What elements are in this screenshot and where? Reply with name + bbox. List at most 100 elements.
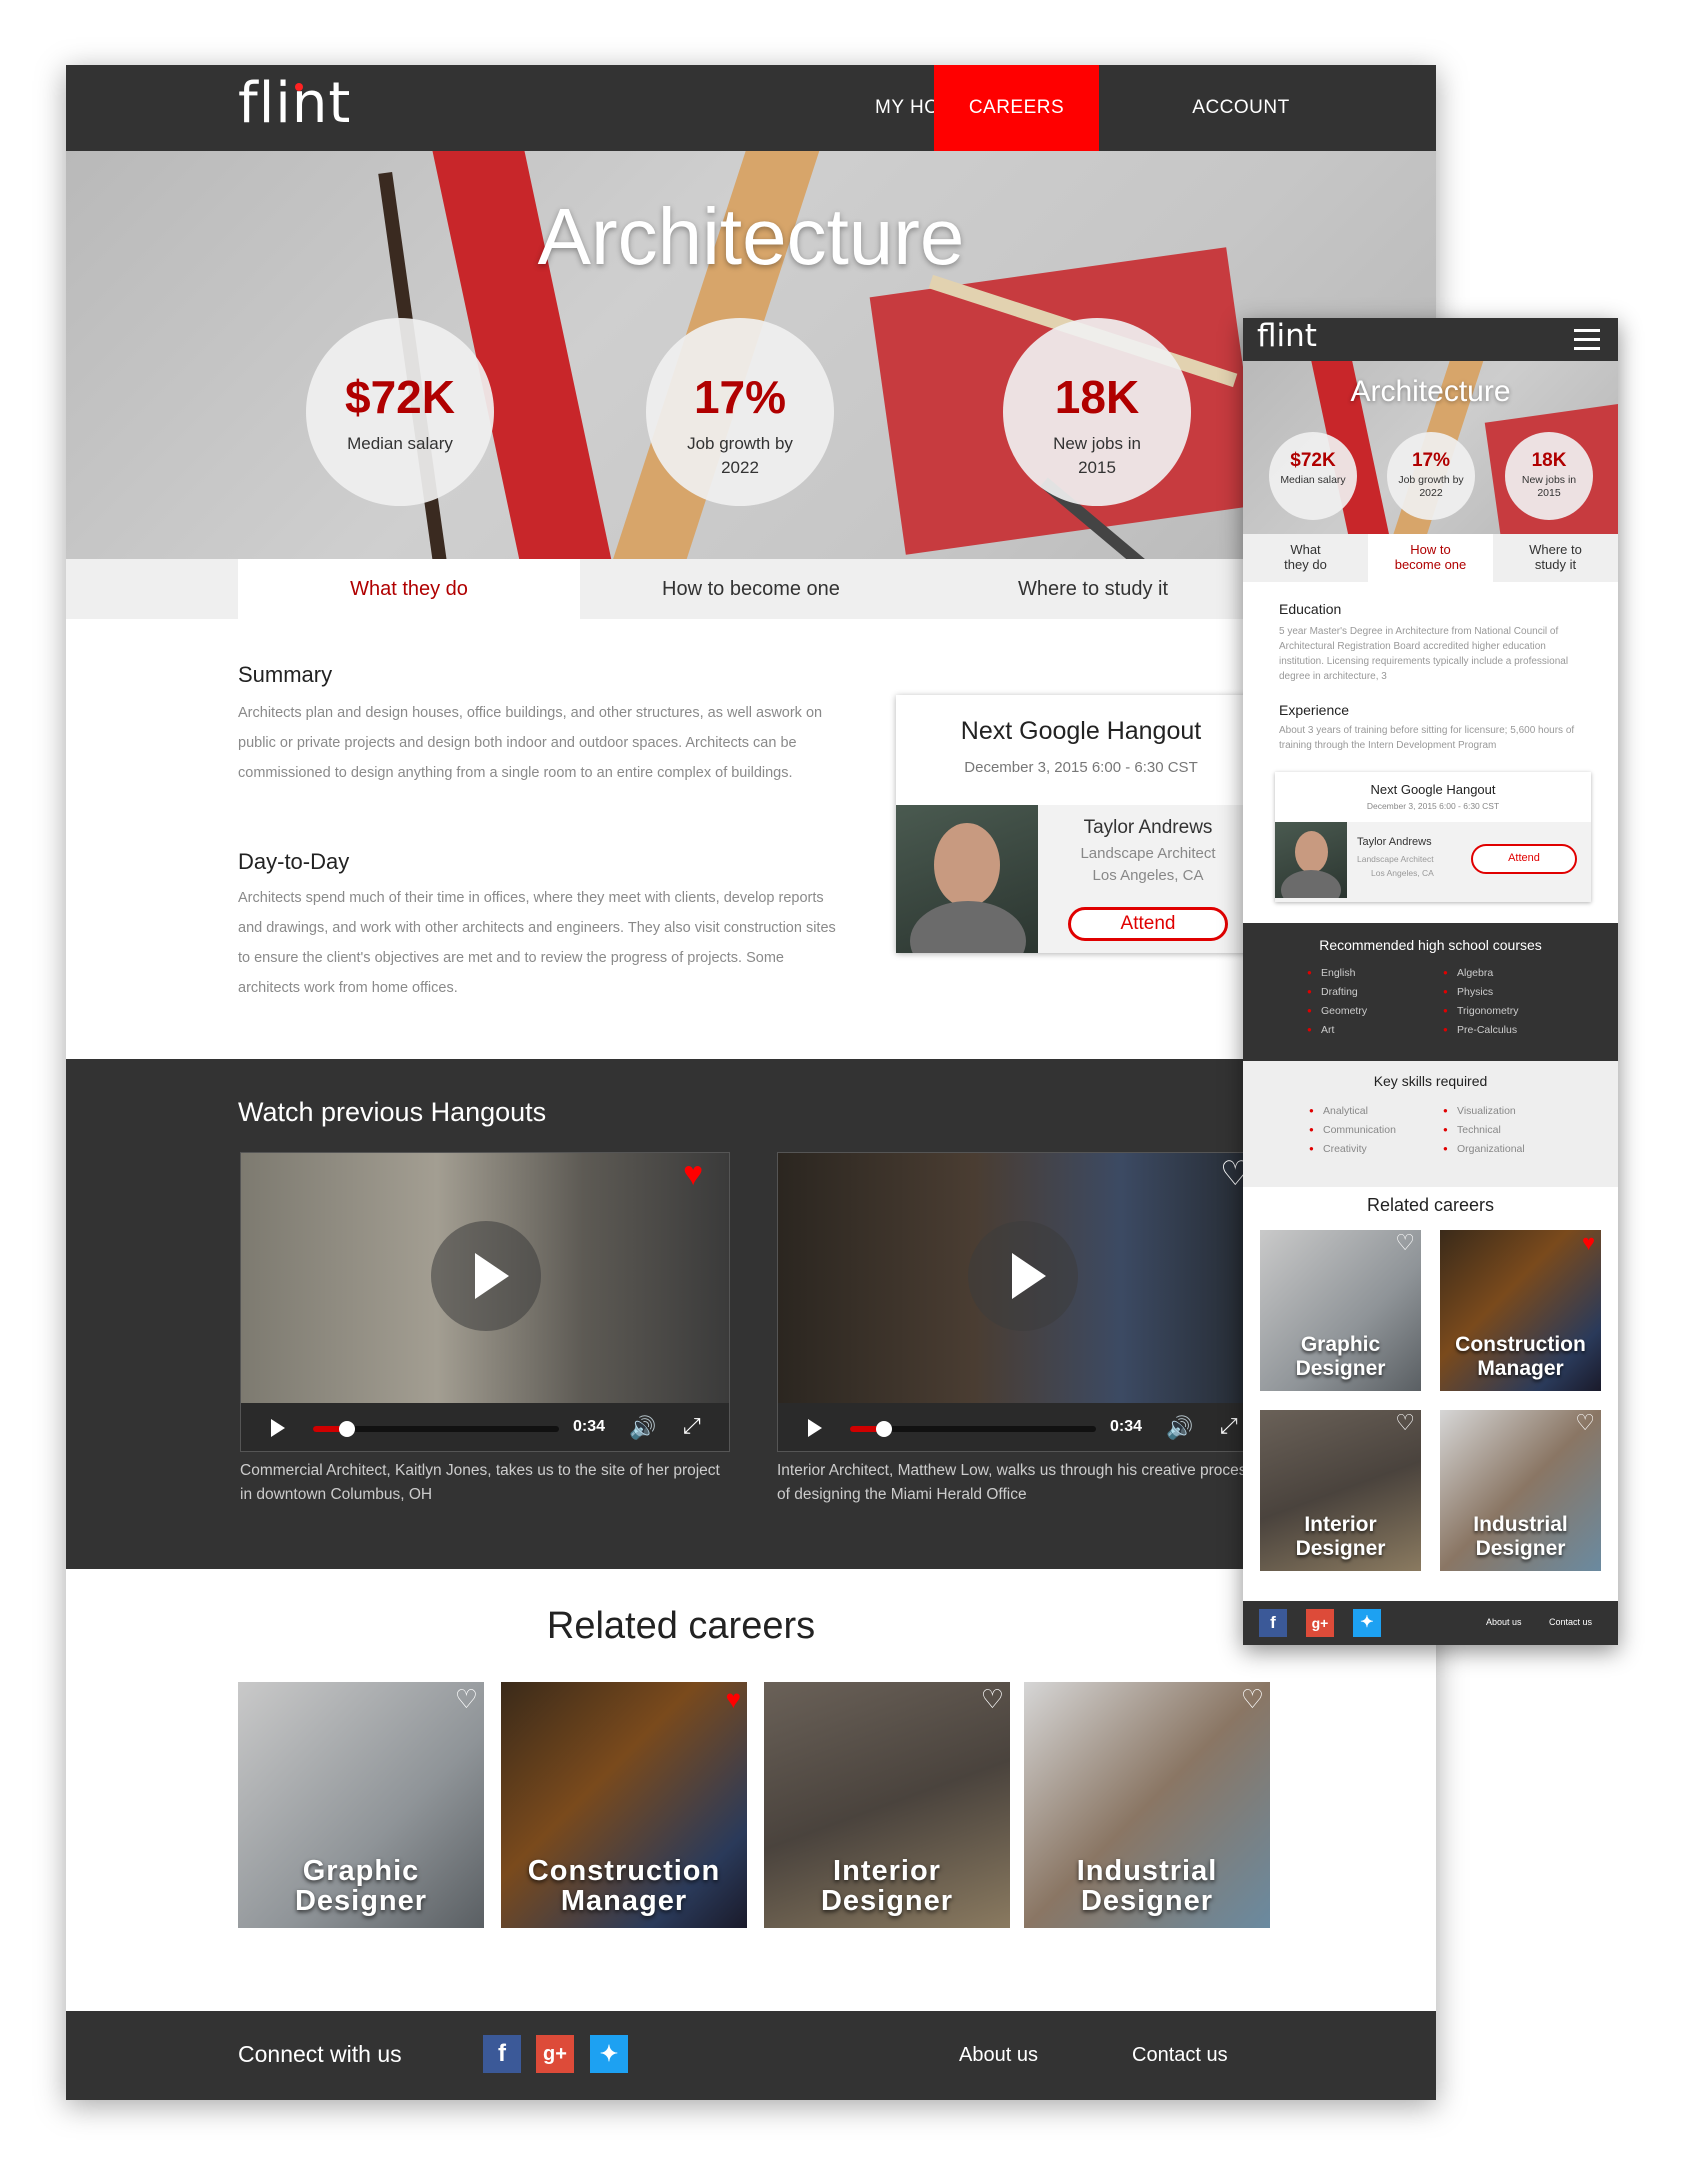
course-item: Pre-Calculus xyxy=(1443,1024,1517,1036)
play-overlay-icon[interactable] xyxy=(431,1221,541,1331)
day-to-day-text: Architects spend much of their time in o… xyxy=(238,890,836,996)
video-controls: 0:34 🔊 ⤢ xyxy=(241,1403,729,1451)
contact-us-link[interactable]: Contact us xyxy=(1132,2044,1228,2067)
mobile-page: flint Architecture $72K Median salary 17%… xyxy=(1243,318,1618,1645)
seek-bar[interactable] xyxy=(313,1421,559,1437)
host-role: Landscape Architect xyxy=(1357,854,1434,864)
nav-account[interactable]: ACCOUNT xyxy=(1166,65,1316,151)
tab-what-they-do[interactable]: What they do xyxy=(1243,534,1368,582)
career-card-interior-designer[interactable]: Interior Designer ♡ xyxy=(764,1682,1010,1928)
card-title: Graphic Designer xyxy=(1295,1333,1386,1380)
video-caption-1: Commercial Architect, Kaitlyn Jones, tak… xyxy=(240,1462,720,1503)
top-nav: flint MY HOME CAREERS ACCOUNT xyxy=(66,65,1436,151)
related-careers-heading: Related careers xyxy=(1366,1195,1495,1215)
card-title: Industrial Designer xyxy=(1076,1855,1218,1917)
host-location: Los Angeles, CA xyxy=(1092,867,1204,884)
card-title: Interior Designer xyxy=(820,1855,954,1917)
about-us-link[interactable]: About us xyxy=(1486,1617,1522,1627)
courses-section: Recommended high school courses English … xyxy=(1243,923,1618,1061)
education-text: 5 year Master's Degree in Architecture f… xyxy=(1279,626,1569,682)
host-role: Landscape Architect xyxy=(1080,845,1216,862)
fullscreen-icon[interactable]: ⤢ xyxy=(1220,1413,1238,1439)
skill-item: Visualization xyxy=(1443,1105,1516,1117)
heart-outline-icon[interactable]: ♡ xyxy=(981,1686,1004,1712)
google-plus-icon[interactable]: g+ xyxy=(1306,1609,1334,1637)
desktop-page: flint MY HOME CAREERS ACCOUNT Architectu… xyxy=(66,65,1436,2100)
experience-text: About 3 years of training before sitting… xyxy=(1279,725,1575,751)
tab-how-to-become-one[interactable]: How to become one xyxy=(1368,534,1493,582)
career-tabs: What they do How to become one Where to … xyxy=(66,559,1436,619)
attend-button[interactable]: Attend xyxy=(1068,907,1228,941)
heart-icon[interactable]: ♥ xyxy=(726,1686,741,1712)
course-item: Trigonometry xyxy=(1443,1005,1519,1017)
skill-item: Organizational xyxy=(1443,1143,1525,1155)
career-card-construction-manager[interactable]: Construction Manager ♥ xyxy=(501,1682,747,1928)
heart-outline-icon[interactable]: ♡ xyxy=(455,1686,478,1712)
stat-value: $72K xyxy=(345,371,455,423)
career-card-graphic-designer[interactable]: Graphic Designer ♡ xyxy=(238,1682,484,1928)
play-overlay-icon[interactable] xyxy=(968,1221,1078,1331)
seek-bar[interactable] xyxy=(850,1421,1096,1437)
video-player-1[interactable]: 0:34 🔊 ⤢ ♥ xyxy=(240,1152,730,1452)
attend-button[interactable]: Attend xyxy=(1471,844,1577,874)
previous-hangouts-heading: Watch previous Hangouts xyxy=(238,1097,547,1127)
stat-median-salary: $72K Median salary xyxy=(1269,432,1357,520)
twitter-icon[interactable]: ✦ xyxy=(1353,1609,1381,1637)
career-card-industrial-designer[interactable]: Industrial Designer ♡ xyxy=(1024,1682,1270,1928)
skills-section: Key skills required Analytical Communica… xyxy=(1243,1061,1618,1187)
fullscreen-icon[interactable]: ⤢ xyxy=(683,1413,701,1439)
footer: Connect with us f g+ ✦ About us Contact … xyxy=(66,2011,1436,2100)
contact-us-link[interactable]: Contact us xyxy=(1549,1617,1592,1627)
mobile-nav: flint xyxy=(1243,318,1618,361)
google-plus-icon[interactable]: g+ xyxy=(536,2035,574,2073)
summary-heading: Summary xyxy=(238,662,333,687)
host-photo xyxy=(896,805,1038,953)
course-item: Algebra xyxy=(1443,967,1493,979)
heart-icon[interactable]: ♥ xyxy=(683,1157,703,1191)
heart-outline-icon[interactable]: ♡ xyxy=(1241,1686,1264,1712)
career-card-interior-designer[interactable]: Interior Designer ♡ xyxy=(1260,1410,1421,1571)
play-icon[interactable] xyxy=(271,1419,285,1437)
mobile-hero: Architecture $72K Median salary 17% Job gr… xyxy=(1243,361,1618,534)
tab-where-to-study-it[interactable]: Where to study it xyxy=(922,559,1264,619)
video-player-2[interactable]: 0:34 🔊 ⤢ ♡ xyxy=(777,1152,1267,1452)
heart-outline-icon[interactable]: ♡ xyxy=(1575,1412,1595,1434)
stat-label: New jobs in 2015 xyxy=(1053,434,1141,477)
career-card-industrial-designer[interactable]: Industrial Designer ♡ xyxy=(1440,1410,1601,1571)
card-title: Graphic Designer xyxy=(294,1855,428,1917)
card-title: Construction Manager xyxy=(1455,1333,1586,1380)
facebook-icon[interactable]: f xyxy=(483,2035,521,2073)
connect-label: Connect with us xyxy=(238,2041,402,2067)
course-item: English xyxy=(1307,967,1356,979)
about-us-link[interactable]: About us xyxy=(959,2044,1038,2067)
mobile-page-title: Architecture xyxy=(1350,375,1511,408)
hangout-date: December 3, 2015 6:00 - 6:30 CST xyxy=(1366,801,1500,811)
stat-job-growth: 17% Job growth by 2022 xyxy=(646,318,834,506)
stat-job-growth: 17% Job growth by 2022 xyxy=(1387,432,1475,520)
play-icon[interactable] xyxy=(808,1419,822,1437)
volume-icon[interactable]: 🔊 xyxy=(629,1415,656,1441)
host-photo xyxy=(1275,822,1347,898)
previous-hangouts-section: Watch previous Hangouts 0:34 🔊 ⤢ ♥ Comme… xyxy=(66,1059,1436,1569)
hangout-title: Next Google Hangout xyxy=(960,717,1202,745)
twitter-icon[interactable]: ✦ xyxy=(590,2035,628,2073)
hero-banner: Architecture $72K Median salary 17% Job … xyxy=(66,151,1436,559)
video-caption-2: Interior Architect, Matthew Low, walks u… xyxy=(777,1462,1255,1503)
facebook-icon[interactable]: f xyxy=(1259,1609,1287,1637)
stat-new-jobs: 18K New jobs in 2015 xyxy=(1003,318,1191,506)
tab-what-they-do[interactable]: What they do xyxy=(238,559,580,619)
tab-how-to-become-one[interactable]: How to become one xyxy=(580,559,922,619)
career-card-construction-manager[interactable]: Construction Manager ♥ xyxy=(1440,1230,1601,1391)
heart-outline-icon[interactable]: ♡ xyxy=(1395,1412,1415,1434)
volume-icon[interactable]: 🔊 xyxy=(1166,1415,1193,1441)
tab-where-to-study-it[interactable]: Where to study it xyxy=(1493,534,1618,582)
career-card-graphic-designer[interactable]: Graphic Designer ♡ xyxy=(1260,1230,1421,1391)
hamburger-menu-icon[interactable] xyxy=(1574,329,1600,356)
flint-logo[interactable]: flint xyxy=(238,71,351,136)
hangout-title: Next Google Hangout xyxy=(1370,782,1496,797)
heart-icon[interactable]: ♥ xyxy=(1582,1232,1595,1254)
skills-heading: Key skills required xyxy=(1373,1073,1488,1089)
flint-logo[interactable]: flint xyxy=(1257,318,1317,354)
nav-careers[interactable]: CAREERS xyxy=(934,65,1099,151)
heart-outline-icon[interactable]: ♡ xyxy=(1395,1232,1415,1254)
